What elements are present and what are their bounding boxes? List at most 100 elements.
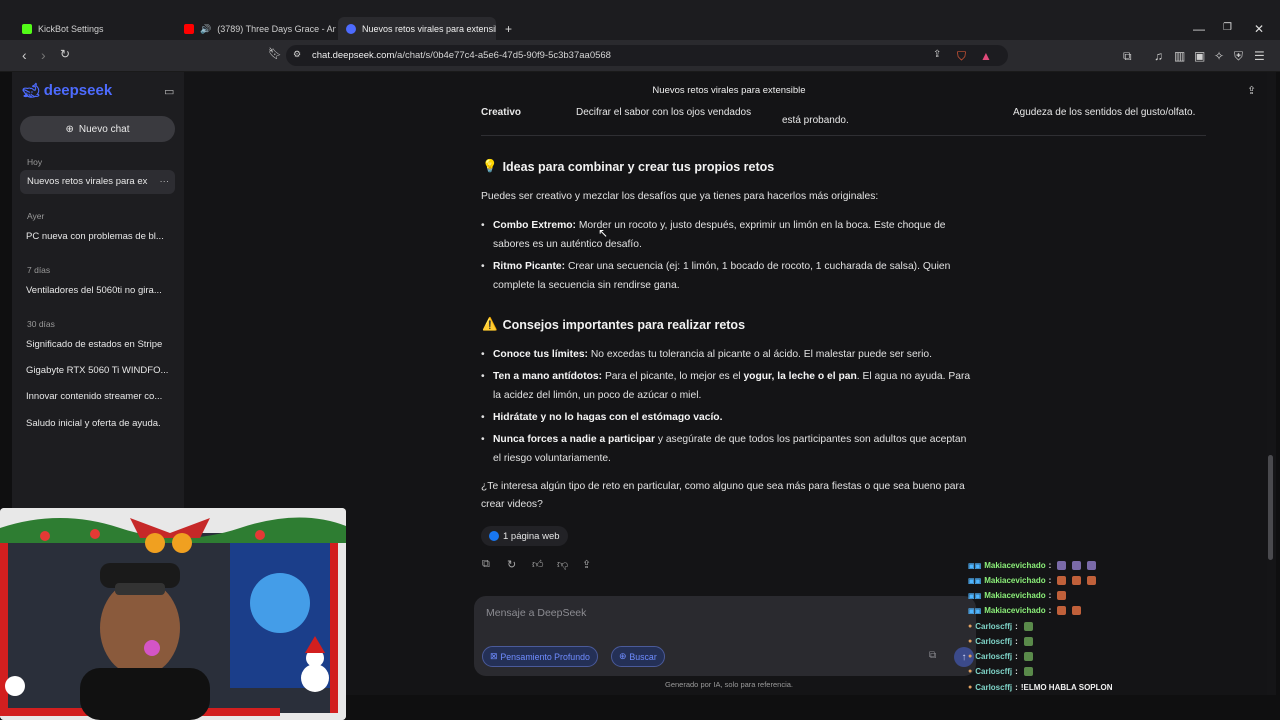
wallet-icon[interactable]: ▣ (1194, 49, 1205, 63)
media-icon[interactable]: ♫ (1154, 49, 1163, 63)
url-field[interactable]: chat.deepseek.com/a/chat/s/0b4e77c4-a5e6… (286, 45, 1008, 66)
chip-label: Buscar (629, 651, 657, 662)
chat-message: ▣▣ Makiacevichado: (968, 561, 1097, 570)
tab-deepseek[interactable]: Nuevos retos virales para extensible ✕ (338, 17, 496, 41)
bookmark-icon[interactable]: 🔖︎ (268, 47, 282, 60)
badge-icon: ● (968, 623, 973, 630)
list-item: Hidrátate y no lo hagas con el estómago … (481, 409, 973, 428)
deep-think-toggle[interactable]: ⊠ Pensamiento Profundo (482, 646, 598, 667)
forward-icon[interactable]: › (41, 47, 46, 63)
intro-paragraph: Puedes ser creativo y mezclar los desafí… (481, 191, 879, 202)
new-chat-label: Nuevo chat (78, 123, 130, 135)
share-page-icon[interactable]: ⇪ (933, 49, 941, 60)
scrollbar-thumb[interactable] (1268, 455, 1273, 560)
brave-shield-icon[interactable]: ⛉ (957, 49, 966, 64)
sidebar-item-chat[interactable]: Significado de estados en Stripe (26, 339, 172, 350)
chat-username: Makiacevichado (984, 606, 1046, 615)
list-item: Ten a mano antídotos: Para el picante, l… (481, 368, 973, 405)
atom-icon: ⊠ (490, 651, 498, 661)
collapse-sidebar-icon[interactable]: ▭ (164, 85, 174, 98)
attach-icon[interactable]: ⧉ (929, 650, 936, 661)
chat-message: ▣▣ Makiacevichado: (968, 576, 1097, 585)
close-window-button[interactable]: ✕ (1254, 22, 1264, 36)
sidebar-item-current-chat[interactable]: Nuevos retos virales para ex ··· (20, 170, 175, 194)
table-cell-challenge: Decifrar el sabor con los ojos vendados (576, 107, 752, 118)
badge-icon: ● (968, 638, 973, 645)
rewards-icon[interactable]: ▲ (980, 49, 992, 63)
url-host: chat.deepseek.com (312, 50, 395, 61)
more-options-icon[interactable]: ··· (160, 170, 170, 194)
kick-icon (22, 24, 32, 34)
chat-message: ▣▣ Makiacevichado: (968, 591, 1067, 600)
scrollbar-track[interactable] (1267, 72, 1276, 695)
chat-username: Carloscffj (975, 637, 1013, 646)
bullet-bold: Nunca forces a nadie a participar (493, 434, 655, 445)
warning-icon: ⚠️ (482, 317, 498, 331)
section-label-30days: 30 días (27, 319, 55, 329)
back-icon[interactable]: ‹ (22, 47, 27, 63)
logo[interactable]: 🐋︎ deepseek (22, 82, 112, 99)
chat-username: Carloscffj (975, 622, 1013, 631)
emote-icon (1057, 606, 1067, 615)
chat-colon: : (1048, 561, 1052, 570)
badge-icon: ▣▣ (968, 607, 982, 615)
minimize-button[interactable]: — (1193, 22, 1205, 36)
emote-icon (1087, 576, 1097, 585)
chat-colon: : (1048, 576, 1052, 585)
tab-kickbot[interactable]: KickBot Settings (14, 17, 174, 41)
menu-icon[interactable]: ☰ (1254, 49, 1265, 63)
share-chat-icon[interactable]: ⇪ (1247, 84, 1256, 97)
sidebar-item-chat[interactable]: Gigabyte RTX 5060 Ti WINDFO... (26, 365, 172, 376)
regenerate-icon[interactable]: ↻ (507, 558, 516, 571)
thumbs-up-icon[interactable]: 👍︎ (532, 558, 544, 571)
sources-button[interactable]: 1 página web (481, 526, 568, 546)
share-response-icon[interactable]: ⇪ (582, 558, 591, 571)
leo-icon[interactable]: ✧ (1214, 49, 1224, 63)
lightbulb-icon: 💡 (482, 159, 498, 173)
reload-icon[interactable]: ↻ (60, 47, 70, 61)
bullet-bold: yogur, la leche o el pan (743, 371, 857, 382)
emote-icon (1057, 561, 1067, 570)
emote-icon (1057, 576, 1067, 585)
chat-message: ▣▣ Makiacevichado: (968, 606, 1082, 615)
sidebar-item-chat[interactable]: Saludo inicial y oferta de ayuda. (26, 418, 172, 429)
divider (481, 135, 1206, 136)
section-label-7days: 7 días (27, 265, 51, 275)
chat-username: Carloscffj (975, 683, 1013, 692)
maximize-button[interactable]: ❐ (1223, 22, 1232, 33)
sidebar-toggle-icon[interactable]: ▥ (1174, 49, 1185, 63)
youtube-icon (184, 24, 194, 34)
emote-icon (1057, 591, 1067, 600)
badge-icon: ▣▣ (968, 562, 982, 570)
thumbs-down-icon[interactable]: 👎︎ (557, 558, 568, 571)
emote-icon (1023, 637, 1033, 646)
webcam-image (0, 508, 346, 720)
list-item: Combo Extremo: Morder un rocoto y, justo… (481, 217, 973, 254)
chat-message: ● Carloscffj: (968, 667, 1033, 676)
cast-icon[interactable]: ⧉ (1123, 49, 1132, 64)
search-toggle[interactable]: ⊕ Buscar (611, 646, 665, 667)
badge-icon: ● (968, 668, 973, 675)
tab-youtube[interactable]: 🔊 (3789) Three Days Grace - Animal (176, 17, 336, 41)
message-input[interactable]: Mensaje a DeepSeek (486, 607, 586, 619)
vpn-icon[interactable]: ⛨ (1234, 49, 1243, 64)
sidebar-item-chat[interactable]: Innovar contenido streamer co... (26, 391, 172, 402)
section-heading: 💡 Ideas para combinar y crear tus propio… (482, 159, 774, 174)
sidebar-item-chat[interactable]: Ventiladores del 5060ti no gira... (26, 285, 172, 296)
table-cell-category: Creativo (481, 107, 522, 118)
section-heading: ⚠️ Consejos importantes para realizar re… (482, 317, 745, 332)
section-label-yesterday: Ayer (27, 211, 45, 221)
sidebar-item-chat[interactable]: PC nueva con problemas de bl... (26, 231, 172, 242)
site-settings-icon[interactable]: ⚙ (293, 49, 301, 60)
chat-colon: : (1048, 606, 1052, 615)
emote-icon (1023, 652, 1033, 661)
badge-icon: ▣▣ (968, 577, 982, 585)
emote-icon (1023, 667, 1033, 676)
bullet-bold: Combo Extremo: (493, 220, 576, 231)
chat-message: ● Carloscffj: (968, 652, 1033, 661)
deepseek-icon (346, 24, 356, 34)
sources-label: 1 página web (503, 530, 560, 542)
new-chat-button[interactable]: ⊕ Nuevo chat (20, 116, 175, 142)
copy-icon[interactable]: ⧉ (482, 558, 490, 571)
new-tab-button[interactable]: + (505, 22, 512, 36)
